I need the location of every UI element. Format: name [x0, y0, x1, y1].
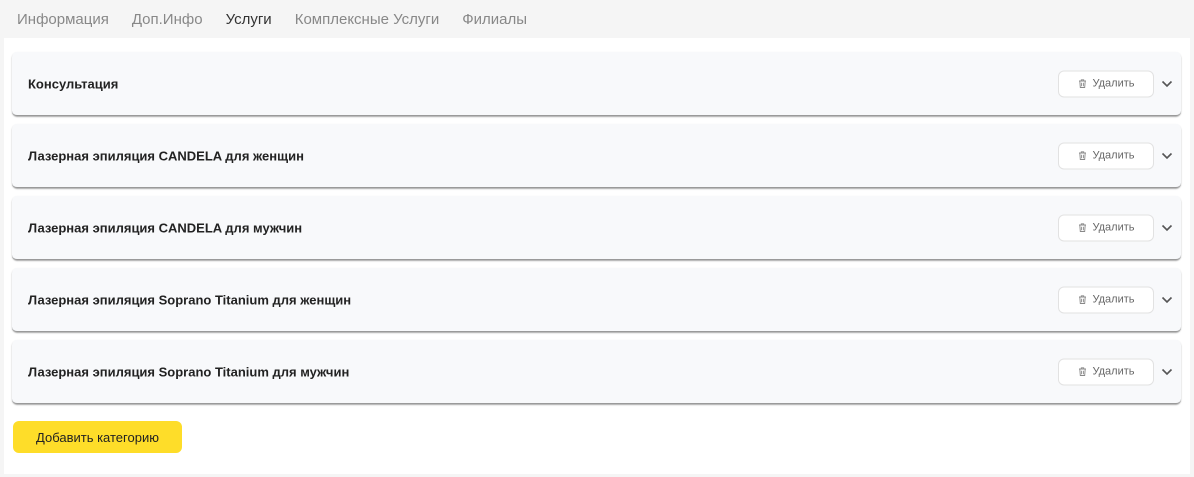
services-panel: Консультация Удалить Лазерная эпиляция C…: [4, 38, 1190, 474]
chevron-down-icon[interactable]: [1159, 292, 1175, 308]
delete-button[interactable]: Удалить: [1058, 142, 1154, 169]
chevron-down-icon[interactable]: [1159, 76, 1175, 92]
tab-bar: Информация Доп.Инфо Услуги Комплексные У…: [0, 0, 1194, 38]
delete-button[interactable]: Удалить: [1058, 70, 1154, 97]
delete-button[interactable]: Удалить: [1058, 358, 1154, 385]
trash-icon: [1078, 151, 1086, 160]
category-title: Консультация: [28, 76, 119, 91]
tab-complex-services[interactable]: Комплексные Услуги: [295, 12, 440, 27]
category-item[interactable]: Лазерная эпиляция CANDELA для женщин Уда…: [12, 124, 1181, 188]
delete-button[interactable]: Удалить: [1058, 286, 1154, 313]
chevron-down-icon[interactable]: [1159, 220, 1175, 236]
category-title: Лазерная эпиляция Soprano Titanium для м…: [28, 364, 350, 379]
trash-icon: [1078, 223, 1086, 232]
delete-button-label: Удалить: [1092, 293, 1135, 306]
delete-button-label: Удалить: [1092, 77, 1135, 90]
add-category-button[interactable]: Добавить категорию: [13, 421, 182, 453]
chevron-down-icon[interactable]: [1159, 364, 1175, 380]
tab-information[interactable]: Информация: [17, 12, 109, 27]
category-item[interactable]: Консультация Удалить: [12, 52, 1181, 116]
delete-button[interactable]: Удалить: [1058, 214, 1154, 241]
tab-branches[interactable]: Филиалы: [462, 12, 527, 27]
category-title: Лазерная эпиляция Soprano Titanium для ж…: [28, 292, 352, 307]
category-item[interactable]: Лазерная эпиляция Soprano Titanium для м…: [12, 340, 1181, 404]
trash-icon: [1078, 295, 1086, 304]
delete-button-label: Удалить: [1092, 221, 1135, 234]
trash-icon: [1078, 79, 1086, 88]
tab-services[interactable]: Услуги: [226, 12, 272, 27]
delete-button-label: Удалить: [1092, 149, 1135, 162]
delete-button-label: Удалить: [1092, 365, 1135, 378]
category-title: Лазерная эпиляция CANDELA для женщин: [28, 148, 304, 163]
category-title: Лазерная эпиляция CANDELA для мужчин: [28, 220, 303, 235]
category-item[interactable]: Лазерная эпиляция CANDELA для мужчин Уда…: [12, 196, 1181, 260]
category-item[interactable]: Лазерная эпиляция Soprano Titanium для ж…: [12, 268, 1181, 332]
trash-icon: [1078, 367, 1086, 376]
tab-additional-info[interactable]: Доп.Инфо: [132, 12, 203, 27]
chevron-down-icon[interactable]: [1159, 148, 1175, 164]
